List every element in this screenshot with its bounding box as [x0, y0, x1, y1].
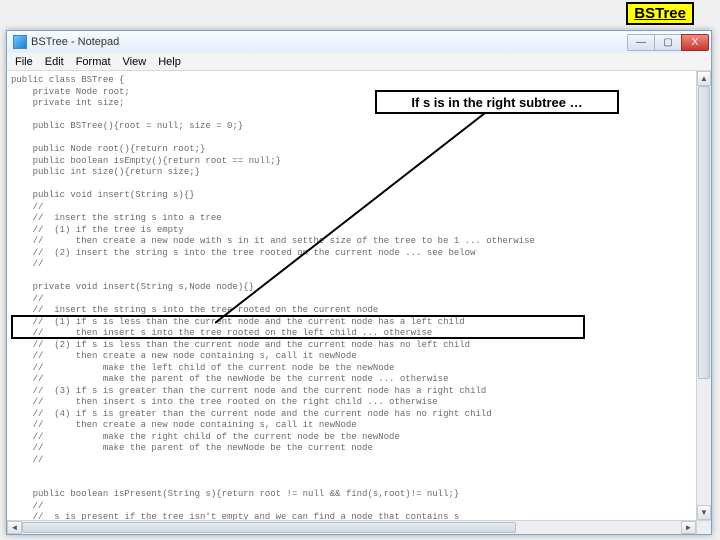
notepad-icon [13, 35, 27, 49]
hscroll-track[interactable] [22, 521, 681, 534]
close-button[interactable]: X [681, 34, 709, 51]
scroll-left-arrow-icon[interactable]: ◄ [7, 521, 22, 534]
editor-viewport: public class BSTree { private Node root;… [7, 71, 711, 534]
menubar: File Edit Format View Help [7, 53, 711, 71]
maximize-button[interactable]: ▢ [654, 34, 682, 51]
menu-view[interactable]: View [117, 56, 153, 68]
menu-edit[interactable]: Edit [39, 56, 70, 68]
scroll-up-arrow-icon[interactable]: ▲ [697, 71, 711, 86]
scroll-down-arrow-icon[interactable]: ▼ [697, 505, 711, 520]
titlebar[interactable]: BSTree - Notepad — ▢ X [7, 31, 711, 53]
minimize-button[interactable]: — [627, 34, 655, 51]
hscroll-thumb[interactable] [22, 522, 516, 533]
annotation-callout: If s is in the right subtree … [375, 90, 619, 114]
scroll-right-arrow-icon[interactable]: ► [681, 521, 696, 534]
slide-title-badge: BSTree [626, 2, 694, 25]
vertical-scrollbar[interactable]: ▲ ▼ [696, 71, 711, 520]
window-buttons: — ▢ X [628, 34, 709, 51]
window-title: BSTree - Notepad [31, 36, 628, 48]
vscroll-thumb[interactable] [698, 86, 710, 379]
horizontal-scrollbar[interactable]: ◄ ► [7, 520, 696, 534]
editor-text[interactable]: public class BSTree { private Node root;… [7, 71, 711, 520]
vscroll-track[interactable] [697, 86, 711, 505]
menu-file[interactable]: File [9, 56, 39, 68]
scroll-corner [696, 520, 711, 534]
menu-help[interactable]: Help [152, 56, 187, 68]
menu-format[interactable]: Format [70, 56, 117, 68]
